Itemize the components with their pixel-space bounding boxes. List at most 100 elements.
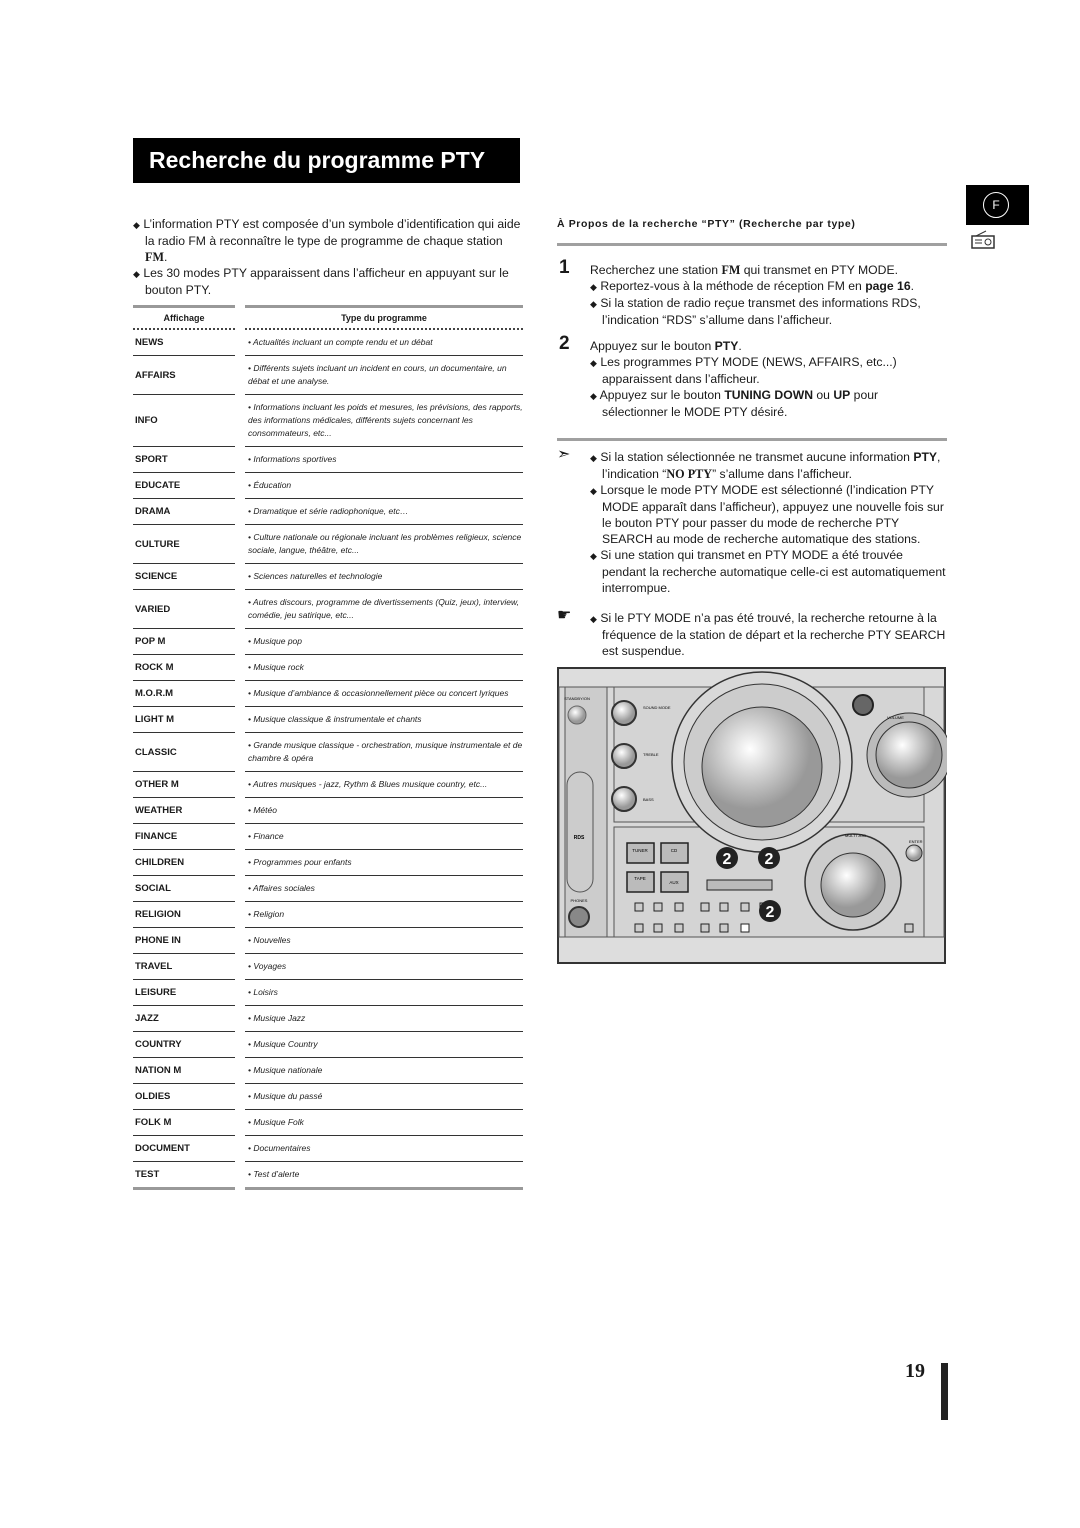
pty-description: • Musique nationale [245,1058,523,1084]
pty-code: SCIENCE [133,564,235,590]
table-row: EDUCATE • Éducation [133,473,523,499]
intro-1-bold: FM [145,250,164,264]
pty-description: • Religion [245,902,523,928]
pty-code: NATION M [133,1058,235,1084]
language-tab: F [966,185,1029,225]
pty-code: TRAVEL [133,954,235,980]
standby-button [567,705,587,725]
table-row: CLASSIC • Grande musique classique - orch… [133,733,523,772]
callout-2-up: 2 [765,851,774,868]
pty-code: M.O.R.M [133,681,235,707]
pty-code: CLASSIC [133,733,235,772]
tape-label: TAPE [634,876,645,881]
pty-description: • Test d’alerte [245,1162,523,1190]
pty-description: • Musique Jazz [245,1006,523,1032]
section-heading: À Propos de la recherche “PTY” (Recherch… [557,218,856,230]
note-2: Lorsque le mode PTY MODE est sélectionné… [600,483,944,546]
pty-description: • Éducation [245,473,523,499]
tape-button [626,871,655,893]
table-row: CULTURE • Culture nationale ou régionale … [133,525,523,564]
bass-label: BASS [643,797,654,802]
table-row: JAZZ • Musique Jazz [133,1006,523,1032]
step1-bold: FM [721,263,741,277]
pty-description: • Actualités incluant un compte rendu et… [245,330,523,356]
pty-description: • Loisirs [245,980,523,1006]
step2-bold: PTY [714,339,739,353]
cd-label: CD [671,848,678,853]
pty-description: • Différents sujets incluant un incident… [245,356,523,395]
diamond-bullet: ◆ [133,220,140,230]
tuning-down: TUNING DOWN [724,388,813,402]
table-row: TEST • Test d’alerte [133,1162,523,1190]
pty-description: • Finance [245,824,523,850]
pty-description: • Autres discours, programme de divertis… [245,590,523,629]
pty-table: Affichage Type du programme NEWS • Actual… [133,305,523,1190]
step-number: 2 [559,333,570,354]
treble-label: TREBLE [643,752,659,757]
device-front-panel-illustration: STANDBY/ON RDS PHONES SOUND MODE TREBLE … [557,667,947,964]
pty-code: LEISURE [133,980,235,1006]
table-row: TRAVEL • Voyages [133,954,523,980]
table-row: VARIED • Autres discours, programme de di… [133,590,523,629]
arrow-note-icon: ➣ [557,446,571,463]
pty-code: CULTURE [133,525,235,564]
pty-code: NEWS [133,330,235,356]
pty-code: WEATHER [133,798,235,824]
note-1: Si la station sélectionnée ne transmet a… [600,450,914,464]
table-row: PHONE IN • Nouvelles [133,928,523,954]
diamond-bullet: ◆ [590,358,597,368]
pty-description: • Programmes pour enfants [245,850,523,876]
table-row: OTHER M • Autres musiques - jazz, Rythm &… [133,772,523,798]
table-row: POP M • Musique pop [133,629,523,655]
pty-search-section: À Propos de la recherche “PTY” (Recherch… [557,218,947,659]
pty-description: • Culture nationale ou régionale incluan… [245,525,523,564]
pty-code: SPORT [133,447,235,473]
pty-description: • Dramatique et série radiophonique, etc… [245,499,523,525]
diamond-bullet: ◆ [590,486,597,496]
diamond-bullet: ◆ [590,299,597,309]
intro-2: Les 30 modes PTY apparaissent dans l’aff… [143,266,509,297]
callout-2-pty: 2 [766,904,775,921]
tuning-buttons [706,879,773,891]
pty-description: • Documentaires [245,1136,523,1162]
pty-description: • Musique Country [245,1032,523,1058]
pty-code: LIGHT M [133,707,235,733]
pty-description: • Autres musiques - jazz, Rythm & Blues … [245,772,523,798]
pty-code: RELIGION [133,902,235,928]
page-title: Recherche du programme PTY [133,138,520,183]
table-row: NEWS • Actualités incluant un compte rend… [133,330,523,356]
divider [557,438,947,441]
intro-1: L’information PTY est composée d’un symb… [143,217,521,248]
tip-text: Si le PTY MODE n’a pas été trouvé, la re… [600,611,946,658]
table-row: SPORT • Informations sportives [133,447,523,473]
note-1-end: ” s’allume dans l’afficheur. [712,467,853,481]
pty-description: • Grande musique classique - orchestrati… [245,733,523,772]
table-row: LIGHT M • Musique classique & instrumenta… [133,707,523,733]
phones-label: PHONES [571,898,588,903]
diamond-bullet: ◆ [590,282,597,292]
step2-end: . [738,339,742,353]
table-row: CHILDREN • Programmes pour enfants [133,850,523,876]
step2-sub1: Les programmes PTY MODE (NEWS, AFFAIRS, … [600,355,897,386]
tuner-button [626,842,655,864]
pty-description: • Musique d’ambiance & occasionnellement… [245,681,523,707]
step1-end: qui transmet en PTY MODE. [740,263,898,277]
intro-text: ◆ L’information PTY est composée d’un sy… [133,216,523,298]
phones-jack [568,906,590,928]
pty-description: • Voyages [245,954,523,980]
table-row: INFO • Informations incluant les poids et… [133,395,523,447]
pty-code: TEST [133,1162,235,1190]
pty-description: • Informations sportives [245,447,523,473]
table-row: SOCIAL • Affaires sociales [133,876,523,902]
intro-1-end: . [163,250,168,264]
tuner-label: TUNER [632,848,648,853]
pty-code: AFFAIRS [133,356,235,395]
aux-label: AUX [669,880,678,885]
diamond-bullet: ◆ [590,453,597,463]
diamond-bullet: ◆ [590,391,597,401]
pointing-hand-icon: ☛ [557,607,572,624]
step-number: 1 [559,257,570,278]
step2-text: Appuyez sur le bouton [590,339,715,353]
enter-label: ENTER [909,839,923,844]
divider [557,243,947,246]
